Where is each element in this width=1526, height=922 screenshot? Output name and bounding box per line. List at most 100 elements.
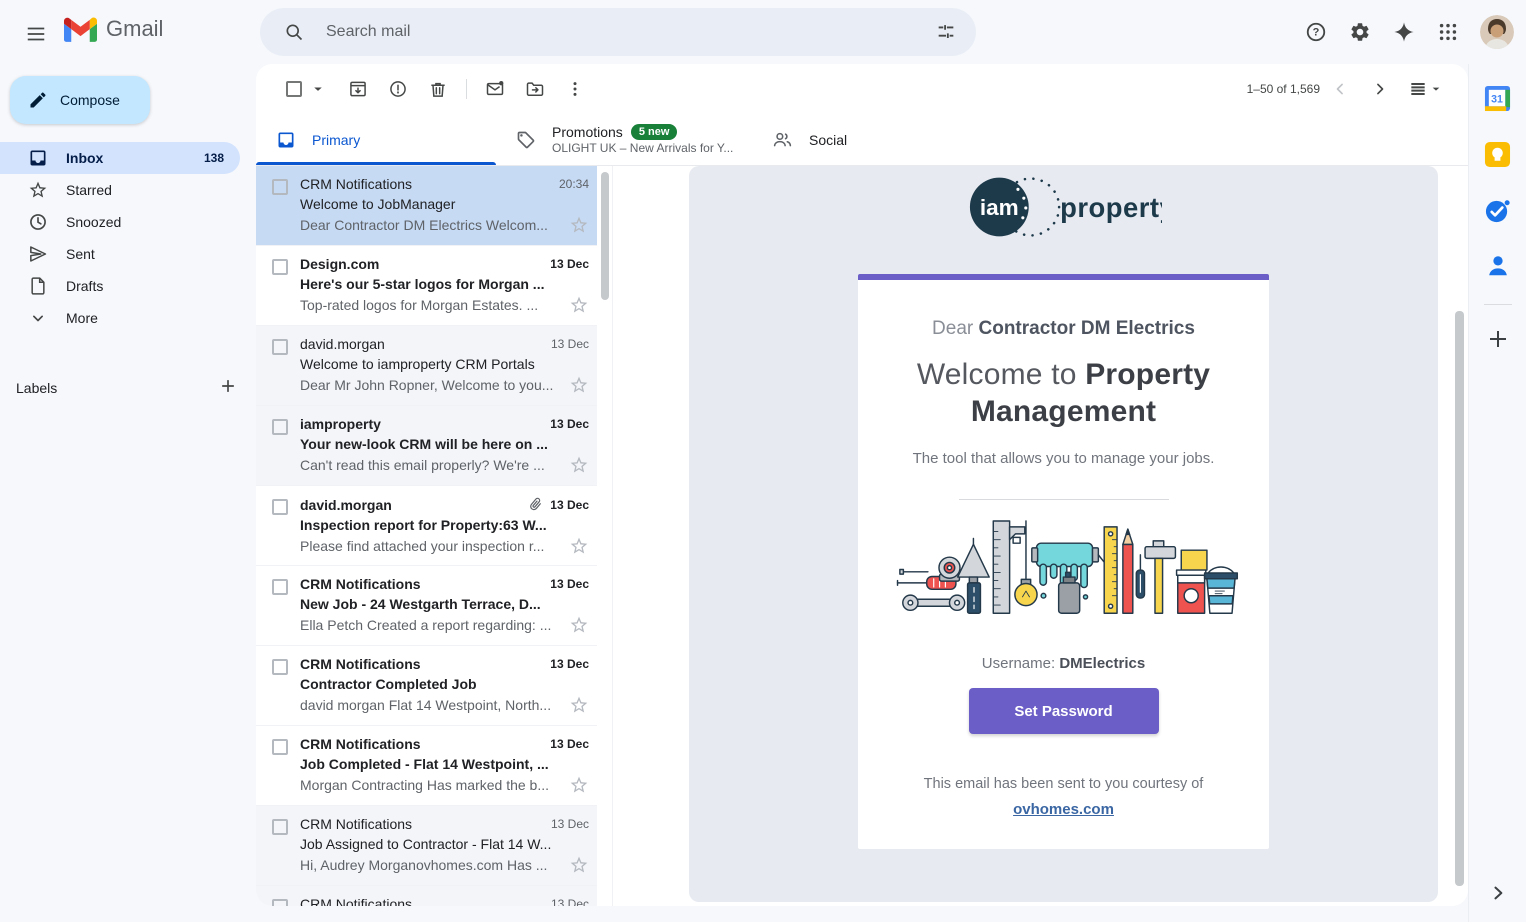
email-snippet: Top-rated logos for Morgan Estates. ... [300,297,539,313]
sidebar-item-drafts[interactable]: Drafts [0,270,240,302]
add-label-button[interactable] [218,376,238,399]
sidebar-item-sent[interactable]: Sent [0,238,240,270]
keep-button[interactable] [1478,134,1518,174]
row-checkbox[interactable] [272,179,288,195]
email-row[interactable]: CRM Notifications 13 Dec Contractor Comp… [256,646,597,726]
chevron-right-icon [1377,83,1384,95]
star-toggle[interactable] [569,695,589,715]
star-toggle[interactable] [569,375,589,395]
density-button[interactable] [1400,69,1452,109]
email-row[interactable]: CRM Notifications 13 Dec Job Completed -… [256,726,597,806]
email-snippet: Please find attached your inspection r..… [300,538,545,554]
select-dropdown[interactable] [308,69,328,109]
email-subject: Welcome to JobManager [300,196,456,212]
tab-label: Promotions [552,124,623,140]
tasks-icon [1485,199,1510,222]
new-count-badge: 5 new [630,124,678,140]
email-subject: Welcome to iamproperty CRM Portals [300,356,535,372]
list-scrollbar[interactable] [601,172,609,300]
more-options-button[interactable] [555,69,595,109]
delete-button[interactable] [418,69,458,109]
star-toggle[interactable] [569,295,589,315]
calendar-button[interactable]: 31 [1478,78,1518,118]
star-toggle[interactable] [569,536,589,556]
svg-text:?: ? [1313,27,1320,39]
gmail-logo[interactable]: Gmail [64,16,163,42]
sidebar-item-label: Drafts [66,278,104,294]
compose-button[interactable]: Compose [10,76,150,124]
help-button[interactable]: ? [1296,12,1336,52]
email-row[interactable]: CRM Notifications 13 Dec [256,886,597,906]
sidebar-item-inbox[interactable]: Inbox 138 [0,142,240,174]
caret-down-icon [314,87,322,91]
star-toggle[interactable] [569,215,589,235]
email-row[interactable]: CRM Notifications 13 Dec New Job - 24 We… [256,566,597,646]
inbox-tabs: Primary Promotions 5 new OLIGHT UK – New… [256,114,1468,166]
side-panel-expand-button[interactable] [1488,883,1508,908]
mark-unread-button[interactable] [475,69,515,109]
move-to-button[interactable] [515,69,555,109]
search-filters-button[interactable] [926,12,966,52]
email-body: iam property Dear Contractor DM Electric… [689,166,1438,902]
tab-primary[interactable]: Primary [256,114,496,165]
tab-social[interactable]: Social [752,114,922,165]
archive-icon [350,81,366,97]
tab-promotions[interactable]: Promotions 5 new OLIGHT UK – New Arrival… [496,114,752,165]
row-checkbox[interactable] [272,419,288,435]
inbox-count: 138 [203,151,224,165]
reader-scrollbar[interactable] [1455,311,1464,886]
get-addons-button[interactable] [1478,319,1518,359]
row-checkbox[interactable] [272,659,288,675]
tasks-button[interactable] [1478,190,1518,230]
send-icon [30,246,47,262]
email-sender: CRM Notifications [300,656,421,672]
document-icon [31,277,45,295]
email-row[interactable]: CRM Notifications 13 Dec Job Assigned to… [256,806,597,886]
search-button[interactable] [274,12,314,52]
archive-button[interactable] [338,69,378,109]
apps-grid-button[interactable] [1428,12,1468,52]
sidebar-item-starred[interactable]: Starred [0,174,240,206]
email-row[interactable]: CRM Notifications 20:34 Welcome to JobMa… [256,166,597,246]
pagination-label: 1–50 of 1,569 [1246,82,1320,96]
email-date: 13 Dec [550,657,589,671]
email-row[interactable]: iamproperty 13 Dec Your new-look CRM wil… [256,406,597,486]
sidebar-item-snoozed[interactable]: Snoozed [0,206,240,238]
email-row[interactable]: david.morgan 13 Dec Welcome to iamproper… [256,326,597,406]
row-checkbox[interactable] [272,259,288,275]
gemini-button[interactable] [1384,12,1424,52]
settings-button[interactable] [1340,12,1380,52]
contacts-button[interactable] [1478,246,1518,286]
set-password-button[interactable]: Set Password [968,688,1159,734]
chevron-right-icon [1494,886,1502,900]
main-menu-button[interactable] [14,12,58,56]
email-subject: Contractor Completed Job [300,676,477,692]
email-row[interactable]: Design.com 13 Dec Here's our 5-star logo… [256,246,597,326]
row-checkbox[interactable] [272,739,288,755]
search-input[interactable]: Search mail [326,23,926,41]
newer-page-button[interactable] [1320,69,1360,109]
sidebar-item-more[interactable]: More [0,302,240,334]
star-toggle[interactable] [569,615,589,635]
account-avatar[interactable] [1480,15,1514,49]
email-sender: CRM Notifications [300,816,413,832]
reading-pane: iam property Dear Contractor DM Electric… [613,166,1468,906]
labels-title: Labels [16,379,58,396]
star-toggle[interactable] [569,855,589,875]
star-toggle[interactable] [569,455,589,475]
row-checkbox[interactable] [272,899,288,906]
row-checkbox[interactable] [272,579,288,595]
row-checkbox[interactable] [272,339,288,355]
report-spam-button[interactable] [378,69,418,109]
email-row[interactable]: david.morgan 13 Dec Inspection report fo… [256,486,597,566]
email-snippet: david morgan Flat 14 Westpoint, North... [300,697,552,713]
row-checkbox[interactable] [272,819,288,835]
row-checkbox[interactable] [272,499,288,515]
sidebar-item-label: Inbox [66,150,104,166]
caret-down-icon [1432,87,1440,91]
older-page-button[interactable] [1360,69,1400,109]
search-bar[interactable]: Search mail [260,8,976,56]
star-toggle[interactable] [569,775,589,795]
sidebar-item-label: Snoozed [66,214,122,230]
ovhomes-link[interactable]: ovhomes.com [1013,801,1114,818]
